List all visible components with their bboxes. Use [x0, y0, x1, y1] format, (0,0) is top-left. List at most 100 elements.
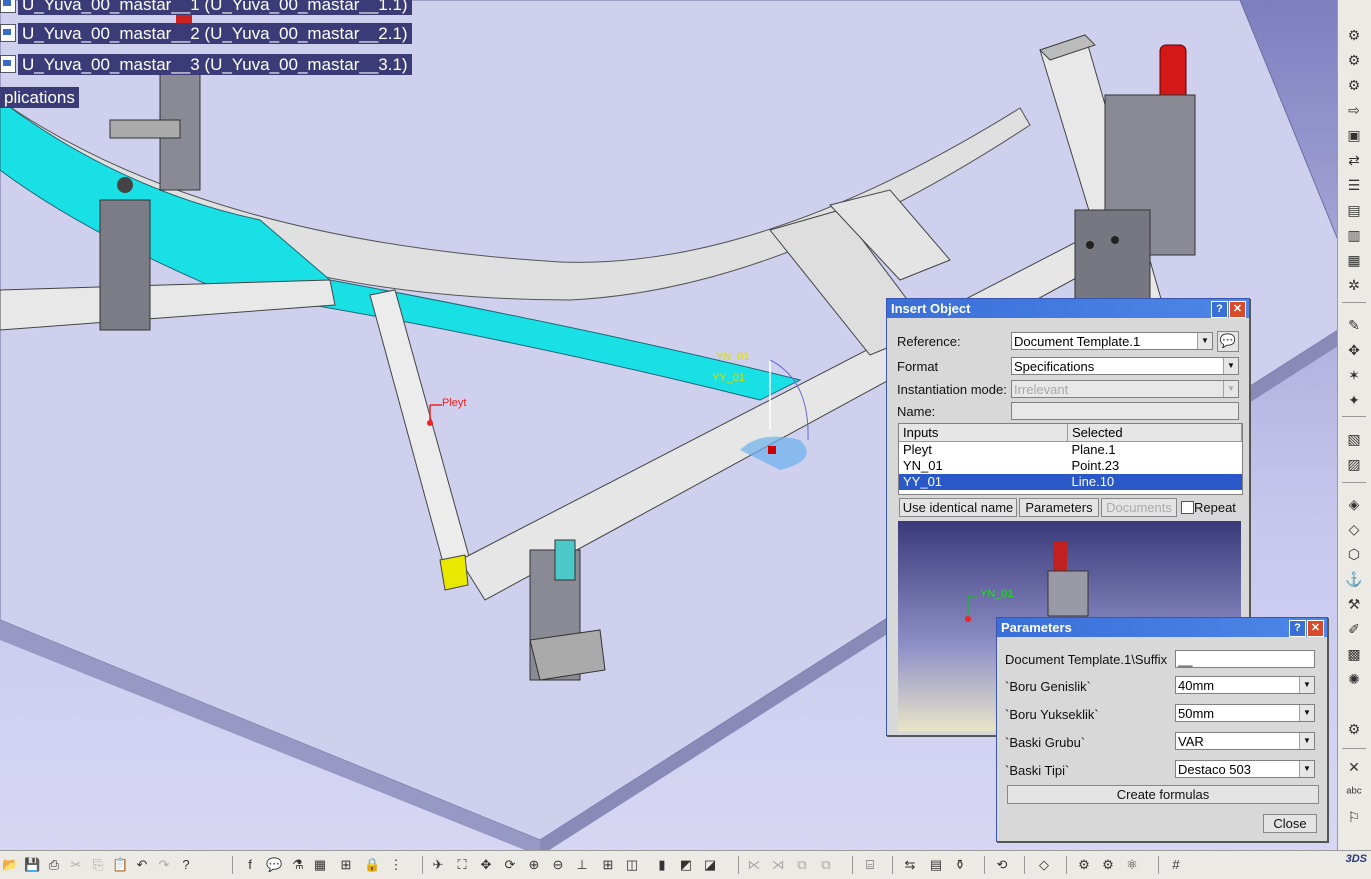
tree-node-label[interactable]: U_Yuva_00_mastar__3 (U_Yuva_00_mastar__3… [18, 53, 412, 75]
chevron-down-icon[interactable]: ▼ [1299, 705, 1314, 721]
rotate-icon[interactable]: ⟳ [502, 857, 518, 873]
open-folder-icon[interactable]: 📂 [2, 857, 18, 873]
redo-icon[interactable]: ↷ [156, 857, 172, 873]
reference-select[interactable]: Document Template.1 ▼ [1011, 332, 1213, 350]
snap-icon[interactable]: ✲ [1345, 276, 1363, 294]
chevron-down-icon[interactable]: ▼ [1197, 333, 1212, 349]
pan-icon[interactable]: ✥ [478, 857, 494, 873]
column-header-selected[interactable]: Selected [1067, 424, 1242, 442]
hide-show-icon[interactable]: ◩ [678, 857, 694, 873]
boru-genislik-select[interactable]: 40mm ▼ [1175, 676, 1315, 694]
applications-label[interactable]: plications [0, 86, 79, 108]
multi-view-icon[interactable]: ⊞ [600, 857, 616, 873]
measure-icon[interactable]: ⬡ [1345, 545, 1363, 563]
tree-structure-icon[interactable]: ⊞ [338, 857, 354, 873]
diamond-icon[interactable]: ◇ [1036, 857, 1052, 873]
tree-node-applications[interactable]: plications [0, 86, 79, 108]
folder-icon[interactable]: ▥ [1345, 226, 1363, 244]
disabled-tool-icon[interactable]: ⋉ [746, 857, 762, 873]
suffix-field[interactable]: __ [1175, 650, 1315, 668]
manipulate-icon[interactable]: ✥ [1345, 341, 1363, 359]
help-icon[interactable]: ? [1289, 620, 1306, 637]
constraint-icon[interactable]: ✎ [1345, 316, 1363, 334]
scene-icon[interactable]: ▧ [1345, 430, 1363, 448]
flag-icon[interactable]: ⚐ [1345, 808, 1363, 826]
settings-icon[interactable]: ⚙ [1100, 857, 1116, 873]
save-icon[interactable]: 💾 [24, 857, 40, 873]
parameters-title-bar[interactable]: Parameters ? ✕ [997, 618, 1327, 637]
tree-icon[interactable]: ▦ [1345, 251, 1363, 269]
chevron-down-icon[interactable]: ▼ [1299, 761, 1314, 777]
tree-node-1[interactable]: U_Yuva_00_mastar__1 (U_Yuva_00_mastar__1… [0, 0, 412, 15]
insert-icon[interactable]: ⇨ [1345, 101, 1363, 119]
chevron-down-icon[interactable]: ▼ [1223, 381, 1238, 397]
replace-icon[interactable]: ⇄ [1345, 151, 1363, 169]
table-icon[interactable]: ▦ [312, 857, 328, 873]
zoom-out-icon[interactable]: ⊖ [550, 857, 566, 873]
boru-yukseklik-select[interactable]: 50mm ▼ [1175, 704, 1315, 722]
formula-icon[interactable]: f [242, 857, 258, 873]
table-row[interactable]: Pleyt Plane.1 [899, 442, 1242, 459]
cube-icon[interactable]: ◇ [1345, 520, 1363, 538]
catalog-icon[interactable]: ▤ [1345, 201, 1363, 219]
explode-icon[interactable]: ✶ [1345, 366, 1363, 384]
knowledge-tool-icon[interactable]: ⚛ [1124, 857, 1140, 873]
help-icon[interactable]: ? [1211, 301, 1228, 318]
comment-icon[interactable]: 💬 [266, 857, 282, 873]
spring-icon[interactable]: ✺ [1345, 670, 1363, 688]
cut-icon[interactable]: ✂ [68, 857, 84, 873]
tree-node-label[interactable]: U_Yuva_00_mastar__1 (U_Yuva_00_mastar__1… [18, 0, 412, 15]
chevron-down-icon[interactable]: ▼ [1223, 358, 1238, 374]
gear-icon[interactable]: ⚙ [1345, 720, 1363, 738]
disabled-tool-icon[interactable]: ⧉ [794, 857, 810, 873]
axis-icon[interactable]: ✕ [1345, 758, 1363, 776]
use-identical-name-button[interactable]: Use identical name [899, 498, 1017, 517]
view-icon[interactable]: ▩ [1345, 645, 1363, 663]
fit-all-icon[interactable]: ⛶ [454, 857, 470, 873]
insert-object-title-bar[interactable]: Insert Object ? ✕ [887, 299, 1249, 318]
section-icon[interactable]: ▨ [1345, 455, 1363, 473]
bom-icon[interactable]: ▤ [928, 857, 944, 873]
disabled-tool-icon[interactable]: ⧉ [818, 857, 834, 873]
weld-icon[interactable]: ⚒ [1345, 595, 1363, 613]
normal-view-icon[interactable]: ⊥ [574, 857, 590, 873]
paperclip-icon[interactable]: ✐ [1345, 620, 1363, 638]
chevron-down-icon[interactable]: ▼ [1299, 677, 1314, 693]
parameters-button[interactable]: Parameters [1019, 498, 1099, 517]
bottle-icon[interactable]: ⚱ [952, 857, 968, 873]
close-icon[interactable]: ✕ [1307, 620, 1324, 637]
documents-button[interactable]: Documents [1101, 498, 1177, 517]
speech-bubble-icon[interactable]: 💬 [1217, 331, 1239, 352]
analysis-icon[interactable]: ⚙ [1076, 857, 1092, 873]
annotation-icon[interactable]: ⚓ [1345, 570, 1363, 588]
iso-view-icon[interactable]: ◫ [624, 857, 640, 873]
swap-visible-icon[interactable]: ◪ [702, 857, 718, 873]
shading-icon[interactable]: ▮ [654, 857, 670, 873]
catalog-browser-icon[interactable]: ⌸ [862, 857, 878, 873]
whats-this-icon[interactable]: ? [178, 857, 194, 873]
disabled-tool-icon[interactable]: ⋊ [770, 857, 786, 873]
smart-move-icon[interactable]: ✦ [1345, 391, 1363, 409]
copy-icon[interactable]: ⎘ [90, 857, 106, 873]
paste-icon[interactable]: 📋 [112, 857, 128, 873]
gear-icon[interactable]: ⚙ [1345, 26, 1363, 44]
chevron-down-icon[interactable]: ▼ [1299, 733, 1314, 749]
tree-node-label[interactable]: U_Yuva_00_mastar__2 (U_Yuva_00_mastar__2… [18, 22, 412, 44]
update-icon[interactable]: ⟲ [994, 857, 1010, 873]
zoom-in-icon[interactable]: ⊕ [526, 857, 542, 873]
fly-mode-icon[interactable]: ✈ [430, 857, 446, 873]
lock-icon[interactable]: 🔒 [364, 857, 380, 873]
baski-tipi-select[interactable]: Destaco 503 ▼ [1175, 760, 1315, 778]
print-icon[interactable]: ⎙ [46, 857, 62, 873]
create-formulas-button[interactable]: Create formulas [1007, 785, 1319, 804]
repeat-checkbox[interactable] [1181, 501, 1194, 514]
name-field[interactable] [1011, 402, 1239, 420]
tree-node-3[interactable]: U_Yuva_00_mastar__3 (U_Yuva_00_mastar__3… [0, 53, 412, 75]
reorder-icon[interactable]: ☰ [1345, 176, 1363, 194]
instantiation-mode-select[interactable]: Irrelevant ▼ [1011, 380, 1239, 398]
undo-icon[interactable]: ↶ [134, 857, 150, 873]
format-select[interactable]: Specifications ▼ [1011, 357, 1239, 375]
grid-icon[interactable]: # [1168, 857, 1184, 873]
close-button[interactable]: Close [1263, 814, 1317, 833]
clash-icon[interactable]: ◈ [1345, 495, 1363, 513]
